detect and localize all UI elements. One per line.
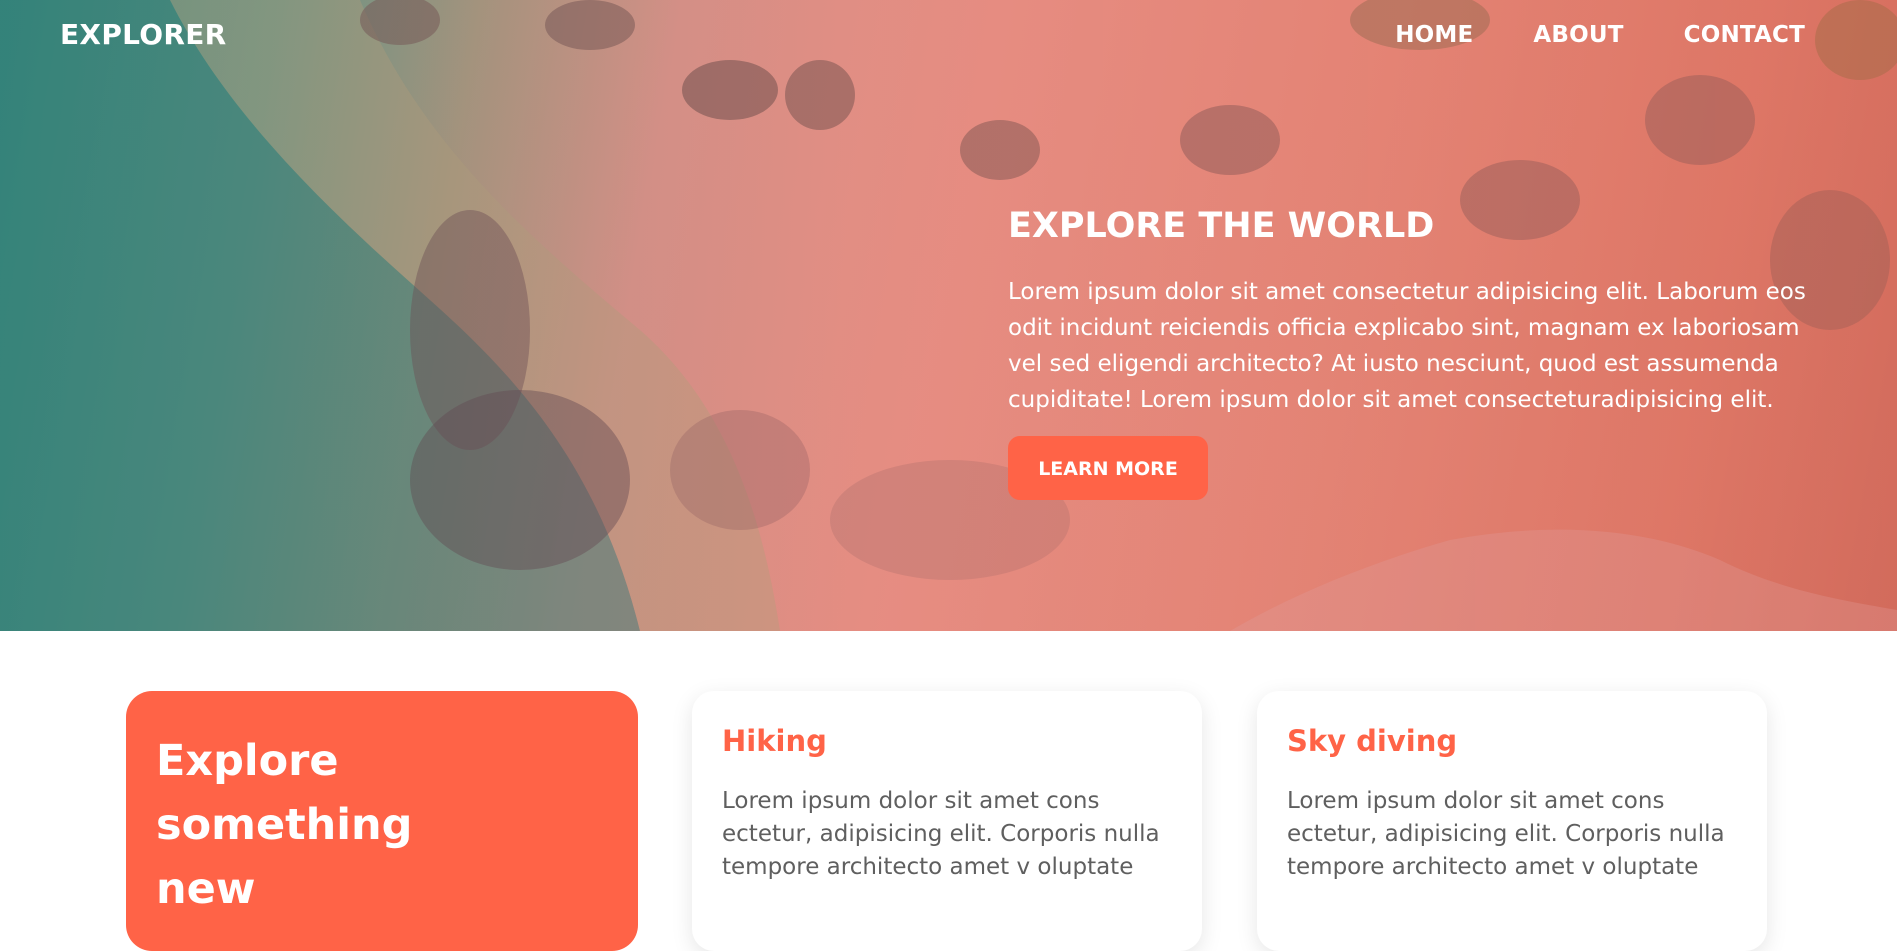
card-description: Lorem ipsum dolor sit amet cons ectetur,… bbox=[722, 788, 1160, 880]
learn-more-button[interactable]: LEARN MORE bbox=[1008, 436, 1208, 500]
card-description: Lorem ipsum dolor sit amet cons ectetur,… bbox=[1287, 788, 1725, 880]
highlight-card: Explore something new bbox=[126, 691, 638, 951]
highlight-title: Explore something new bbox=[156, 736, 413, 914]
features-section: Explore something new Hiking Lorem ipsum… bbox=[0, 631, 1897, 951]
main-nav: HOME ABOUT CONTACT bbox=[1395, 22, 1805, 48]
nav-home-link[interactable]: HOME bbox=[1395, 22, 1473, 48]
hero-description: Lorem ipsum dolor sit amet consectetur a… bbox=[1008, 279, 1806, 413]
feature-card-hiking: Hiking Lorem ipsum dolor sit amet cons e… bbox=[692, 691, 1202, 951]
card-title: Hiking bbox=[722, 724, 827, 758]
hero-content: EXPLORE THE WORLD Lorem ipsum dolor sit … bbox=[1008, 206, 1838, 500]
feature-card-sky-diving: Sky diving Lorem ipsum dolor sit amet co… bbox=[1257, 691, 1767, 951]
nav-contact-link[interactable]: CONTACT bbox=[1684, 22, 1805, 48]
hero-section: EXPLORER HOME ABOUT CONTACT EXPLORE THE … bbox=[0, 0, 1897, 631]
hero-title: EXPLORE THE WORLD bbox=[1008, 206, 1435, 246]
brand-logo[interactable]: EXPLORER bbox=[60, 18, 227, 51]
card-title: Sky diving bbox=[1287, 724, 1458, 758]
nav-about-link[interactable]: ABOUT bbox=[1533, 22, 1623, 48]
